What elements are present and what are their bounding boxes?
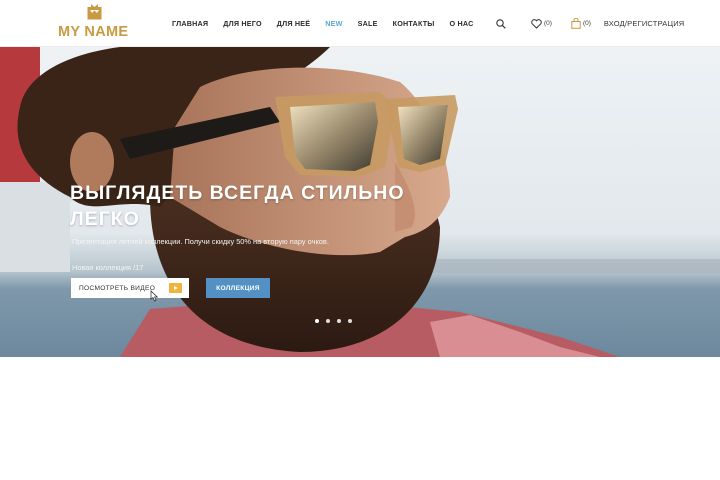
wishlist-button[interactable]: (0) [531, 18, 552, 29]
watch-video-button[interactable]: ПОСМОТРЕТЬ ВИДЕО [71, 278, 189, 298]
slider-dot[interactable] [326, 319, 330, 323]
slider-dot[interactable] [337, 319, 341, 323]
hero-collection-label: Новая коллекция /17 [72, 263, 144, 272]
watch-video-label: ПОСМОТРЕТЬ ВИДЕО [79, 284, 156, 292]
slider-dot[interactable] [348, 319, 352, 323]
brand-name: MY NAME [58, 24, 129, 40]
nav-item-sale[interactable]: SALE [358, 19, 378, 28]
header-tools: (0) (0) ВХОД/РЕГИСТРАЦИЯ [496, 0, 684, 47]
cart-button[interactable]: (0) [571, 18, 591, 29]
collection-button[interactable]: КОЛЛЕКЦИЯ [206, 278, 270, 298]
search-button[interactable] [496, 18, 506, 29]
logo[interactable]: MY NAME [58, 4, 132, 42]
hero-slider: ВЫГЛЯДЕТЬ ВСЕГДА СТИЛЬНО ЛЕГКО Презентац… [0, 47, 720, 357]
heart-icon [531, 18, 542, 29]
login-register-link[interactable]: ВХОД/РЕГИСТРАЦИЯ [604, 19, 685, 28]
nav-item-for-him[interactable]: ДЛЯ НЕГО [223, 19, 261, 28]
slider-pagination [315, 319, 359, 323]
main-nav: ГЛАВНАЯ ДЛЯ НЕГО ДЛЯ НЕЁ NEW SALE КОНТАК… [172, 0, 489, 47]
hero-title: ВЫГЛЯДЕТЬ ВСЕГДА СТИЛЬНО ЛЕГКО [70, 180, 430, 232]
hero-title-line-2: ЛЕГКО [70, 208, 140, 230]
nav-item-new[interactable]: NEW [325, 19, 342, 28]
hero-subtitle: Презентация летней коллекции. Получи ски… [72, 237, 329, 246]
nav-item-contacts[interactable]: КОНТАКТЫ [393, 19, 435, 28]
bag-icon [571, 18, 581, 29]
page-content-area [0, 357, 720, 480]
hero-title-line-1: ВЫГЛЯДЕТЬ ВСЕГДА СТИЛЬНО [70, 182, 405, 204]
cart-count: (0) [582, 20, 591, 27]
nav-item-for-her[interactable]: ДЛЯ НЕЁ [277, 19, 311, 28]
play-icon [169, 283, 182, 293]
nav-item-home[interactable]: ГЛАВНАЯ [172, 19, 208, 28]
site-header: MY NAME ГЛАВНАЯ ДЛЯ НЕГО ДЛЯ НЕЁ NEW SAL… [0, 0, 720, 47]
nav-item-about[interactable]: О НАС [450, 19, 474, 28]
wishlist-count: (0) [544, 20, 552, 27]
slider-dot[interactable] [315, 319, 319, 323]
crown-frame-icon [87, 4, 102, 20]
mouse-cursor-icon [150, 290, 159, 302]
search-icon [496, 18, 506, 29]
